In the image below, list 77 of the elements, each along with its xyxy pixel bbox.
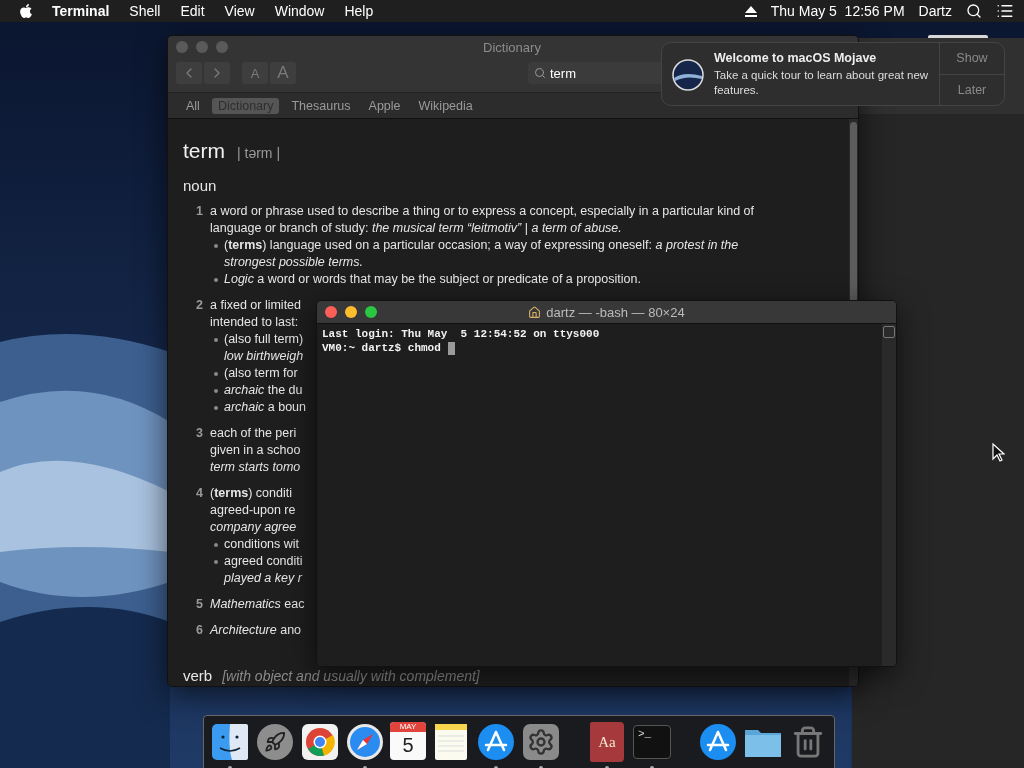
- subsense-text: archaic a boun: [224, 399, 306, 416]
- finder-face-icon[interactable]: [210, 722, 250, 762]
- app-store-icon[interactable]: [698, 722, 738, 762]
- subsense-text: (also term for: [224, 365, 298, 382]
- window-title: Dictionary: [483, 39, 542, 55]
- dune-icon: [672, 59, 704, 91]
- bullet-icon: [214, 543, 218, 547]
- minimize-button[interactable]: [345, 306, 357, 318]
- definition-text: Architecture ano: [210, 622, 302, 639]
- definition-text: each of the peri given in a schoo term starts tomo: [210, 425, 301, 476]
- bullet-icon: [214, 560, 218, 564]
- home-icon: [528, 305, 542, 319]
- later-button[interactable]: Later: [940, 73, 1004, 105]
- browser-icon[interactable]: [300, 722, 340, 762]
- zoom-button[interactable]: [365, 306, 377, 318]
- notification-body: Take a quick tour to learn about great new features.: [714, 68, 929, 98]
- scrollbar-thumb[interactable]: [850, 122, 857, 302]
- source-tab[interactable]: All: [180, 97, 206, 114]
- compass-icon[interactable]: [345, 722, 385, 762]
- sense-number: 3: [196, 425, 204, 442]
- close-button[interactable]: [325, 306, 337, 318]
- bullet-icon: [214, 338, 218, 342]
- list-icon[interactable]: [996, 2, 1014, 20]
- menu-item[interactable]: Window: [264, 3, 335, 19]
- bullet-icon: [214, 372, 218, 376]
- part-of-speech: verb: [183, 667, 213, 684]
- menu-item[interactable]: Help: [334, 3, 384, 19]
- sense-number: 4: [196, 485, 204, 502]
- calendar-icon[interactable]: MAY 5: [390, 722, 426, 760]
- subsense-text: (terms) language used on a particular occasion; a way of expressing oneself: a protest in the strongest possible terms.: [224, 237, 739, 271]
- sense-number: 6: [196, 622, 204, 639]
- source-tab[interactable]: Thesaurus: [285, 97, 357, 114]
- sense-number: 2: [196, 297, 204, 314]
- terminal-icon[interactable]: >_: [633, 725, 671, 759]
- notification-title: Welcome to macOS Mojave: [714, 51, 878, 65]
- bullet-icon: [214, 278, 218, 282]
- menu-item[interactable]: View: [214, 3, 265, 19]
- usage-note: [with object and usually with complement]: [222, 668, 480, 684]
- part-of-speech: noun: [183, 177, 218, 194]
- search-icon[interactable]: [966, 3, 982, 19]
- menu-item[interactable]: Shell: [119, 3, 171, 19]
- search-icon: [534, 67, 546, 79]
- terminal-line: VM0:~ dartz$ chmod: [322, 341, 441, 355]
- eject-icon[interactable]: [744, 5, 757, 17]
- dictionary-icon[interactable]: Aa: [590, 722, 624, 762]
- headword: term: [183, 139, 225, 163]
- sense-number: 5: [196, 596, 204, 613]
- search-field[interactable]: term: [528, 62, 662, 84]
- search-value: term: [550, 65, 576, 81]
- sense-number: 1: [196, 203, 204, 220]
- window-title: dartz — -bash — 80×24: [546, 304, 685, 320]
- definition-text: Mathematics eac: [210, 596, 305, 613]
- app-menu[interactable]: Terminal: [42, 3, 120, 19]
- subsense-text: (also full term) low birthweigh: [224, 331, 304, 365]
- subsense-text: agreed conditi played a key r: [224, 553, 303, 587]
- menu-clock[interactable]: Thu May 5 12:56 PM: [770, 3, 905, 19]
- bullet-icon: [214, 406, 218, 410]
- user-name[interactable]: Dartz: [918, 3, 952, 19]
- subsense-text: archaic the du: [224, 382, 303, 399]
- show-button[interactable]: Show: [940, 43, 1004, 74]
- split-pane-button[interactable]: [883, 326, 895, 338]
- bullet-icon: [214, 244, 218, 248]
- gear-icon[interactable]: [521, 722, 561, 762]
- text-cursor: [447, 341, 455, 355]
- source-tab[interactable]: Apple: [362, 97, 407, 114]
- menu-item[interactable]: Edit: [170, 3, 215, 19]
- subsense-text: conditions wit: [224, 536, 300, 553]
- pronunciation: | tərm |: [237, 145, 281, 161]
- definition-text: a fixed or limited intended to last:: [210, 297, 302, 331]
- terminal-line: Last login: Thu May 5 12:54:52 on ttys000: [322, 327, 600, 341]
- definition-text: a word or phrase used to describe a thing or to express a concept, especially in a particular kind of language or branch of study: the musical term “leitmotiv” | a term of abuse.: [210, 203, 755, 237]
- subsense-text: Logic a word or words that may be the subject or predicate of a proposition.: [224, 271, 641, 288]
- source-tab[interactable]: Wikipedia: [412, 97, 479, 114]
- pointer-icon: [992, 443, 1005, 462]
- bullet-icon: [214, 389, 218, 393]
- apple-icon[interactable]: [18, 3, 34, 19]
- app-store-icon[interactable]: [476, 722, 516, 762]
